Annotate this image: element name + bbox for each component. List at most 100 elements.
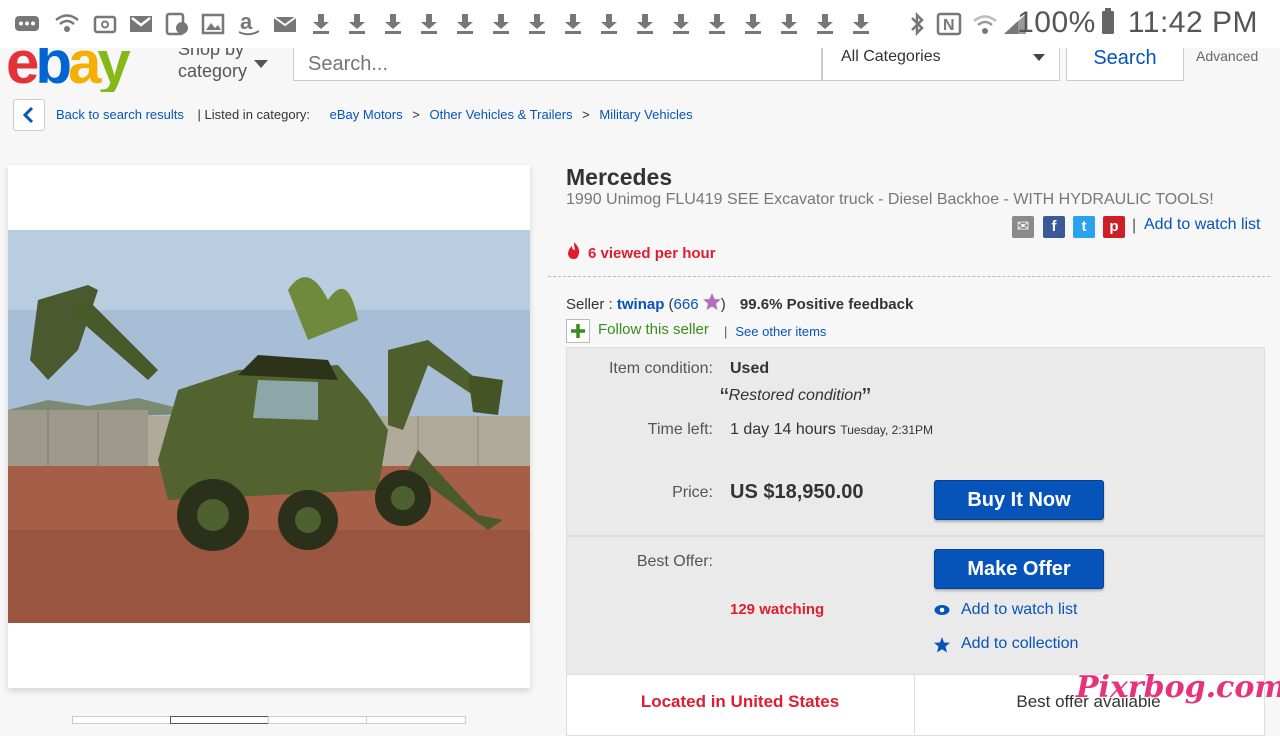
download-icon <box>673 14 689 34</box>
condition-value: Used <box>730 360 770 377</box>
download-icon <box>457 14 473 34</box>
price-label: Price: <box>672 484 713 501</box>
time-left-value: 1 day 14 hours Tuesday, 2:31PM <box>730 421 933 439</box>
battery-icon <box>1101 8 1114 34</box>
download-icon <box>529 14 545 34</box>
see-other-items[interactable]: | See other items <box>724 324 826 339</box>
plus-icon <box>571 324 585 338</box>
android-status-bar: a N 100% 11:42 PM <box>0 0 1280 48</box>
dropdown-arrow-icon <box>1033 54 1045 61</box>
nfc-icon: N <box>936 12 962 36</box>
category-label: category <box>178 61 248 81</box>
gallery-icon <box>201 13 225 35</box>
calendar-clock-icon <box>165 12 188 36</box>
best-offer-label: Best Offer: <box>636 553 713 570</box>
twitter-icon[interactable]: t <box>1073 216 1095 238</box>
condition-label: Item condition: <box>608 360 713 377</box>
download-icon <box>817 14 833 34</box>
download-icon <box>385 14 401 34</box>
separator: | <box>724 324 728 339</box>
download-icon <box>349 14 365 34</box>
breadcrumb-item-other-vehicles[interactable]: Other Vehicles & Trailers <box>429 107 572 122</box>
download-icon <box>493 14 509 34</box>
thumbnail-tab[interactable] <box>72 716 172 724</box>
download-icon <box>745 14 761 34</box>
wifi-icon <box>973 15 997 34</box>
listing-brand: Mercedes <box>566 164 673 190</box>
positive-feedback: 99.6% Positive feedback <box>739 296 914 313</box>
fire-icon <box>568 242 580 259</box>
back-to-results-link[interactable]: Back to search results <box>56 107 184 122</box>
buy-it-now-button[interactable]: Buy It Now <box>934 480 1104 520</box>
chevron-left-icon <box>22 106 34 124</box>
seller-feedback-count[interactable]: 666 <box>674 296 699 313</box>
download-icon <box>601 14 617 34</box>
chevron-down-icon <box>254 60 268 68</box>
email-icon <box>273 16 297 32</box>
facebook-icon[interactable]: f <box>1043 216 1065 238</box>
seller-info: Seller : twinap (666 ) 99.6% Positive fe… <box>566 293 913 313</box>
search-input[interactable] <box>306 48 790 80</box>
logo-letter: y <box>97 48 130 92</box>
follow-seller-link[interactable]: Follow this seller <box>598 321 709 338</box>
svg-text:a: a <box>240 12 253 34</box>
add-to-watch-list-link[interactable]: Add to watch list <box>961 601 1078 619</box>
breadcrumb-item-military-vehicles[interactable]: Military Vehicles <box>599 107 692 122</box>
vehicle-photo[interactable] <box>8 230 530 623</box>
download-icon <box>637 14 653 34</box>
follow-plus-button[interactable] <box>566 319 590 343</box>
bluetooth-icon <box>911 12 924 36</box>
logo-letter: a <box>68 48 101 92</box>
eye-icon <box>934 605 950 615</box>
at-mail-icon <box>93 15 117 34</box>
download-icon <box>313 14 329 34</box>
pinterest-icon[interactable]: p <box>1103 216 1125 238</box>
section-divider <box>548 276 1270 277</box>
add-to-watch-list-link-top[interactable]: Add to watch list <box>1144 216 1261 234</box>
download-icon <box>853 14 869 34</box>
star-icon <box>934 637 950 653</box>
search-field[interactable] <box>293 48 822 81</box>
item-location: Located in United States <box>640 692 840 711</box>
thumbnail-tab[interactable] <box>366 716 466 724</box>
thumbnail-tab[interactable] <box>268 716 368 724</box>
category-select[interactable]: All Categories <box>822 48 1060 81</box>
shop-by-category-button[interactable]: Shop by category <box>178 48 268 82</box>
condition-note-text: Restored condition <box>728 387 863 404</box>
advanced-search-link[interactable]: Advanced <box>1196 48 1258 64</box>
email-share-icon[interactable]: ✉ <box>1012 216 1034 238</box>
see-other-items-link[interactable]: See other items <box>735 324 826 339</box>
category-select-value: All Categories <box>841 48 941 65</box>
search-button[interactable]: Search <box>1066 48 1184 81</box>
status-text: 100% 11:42 PM <box>1003 6 1258 40</box>
viewed-text: 6 viewed per hour <box>588 245 716 262</box>
time-left-duration: 1 day 14 hours <box>730 421 836 438</box>
chat-bubble-icon <box>15 16 39 31</box>
breadcrumb-separator: > <box>582 107 590 122</box>
logo-letter: e <box>6 48 39 92</box>
condition-note: “Restored condition” <box>720 382 871 412</box>
logo-letter: b <box>35 48 72 92</box>
download-icon <box>781 14 797 34</box>
make-offer-button[interactable]: Make Offer <box>934 549 1104 589</box>
seller-name-link[interactable]: twinap <box>617 296 665 313</box>
ebay-logo[interactable]: ebay <box>6 48 131 92</box>
star-icon <box>702 293 721 310</box>
breadcrumb: Back to search results | Listed in categ… <box>56 107 693 122</box>
add-to-collection-link[interactable]: Add to collection <box>961 635 1078 653</box>
listed-in-label: | Listed in category: <box>197 107 311 122</box>
download-icon <box>565 14 581 34</box>
time-left-end: Tuesday, 2:31PM <box>840 423 934 437</box>
breadcrumb-item-ebay-motors[interactable]: eBay Motors <box>330 107 403 122</box>
clock: 11:42 PM <box>1127 6 1258 39</box>
shop-by-label: Shop by <box>178 48 245 59</box>
price-value: US $18,950.00 <box>730 481 864 503</box>
amazon-icon: a <box>238 12 260 36</box>
share-separator: | <box>1132 217 1137 234</box>
battery-percent: 100% <box>1017 6 1096 39</box>
viewed-per-hour: 6 viewed per hour <box>566 242 716 262</box>
back-button[interactable] <box>13 99 45 131</box>
thumbnail-tab[interactable] <box>170 716 270 724</box>
seller-label: Seller : <box>566 296 613 313</box>
listing-title: 1990 Unimog FLU419 SEE Excavator truck -… <box>566 191 1214 208</box>
